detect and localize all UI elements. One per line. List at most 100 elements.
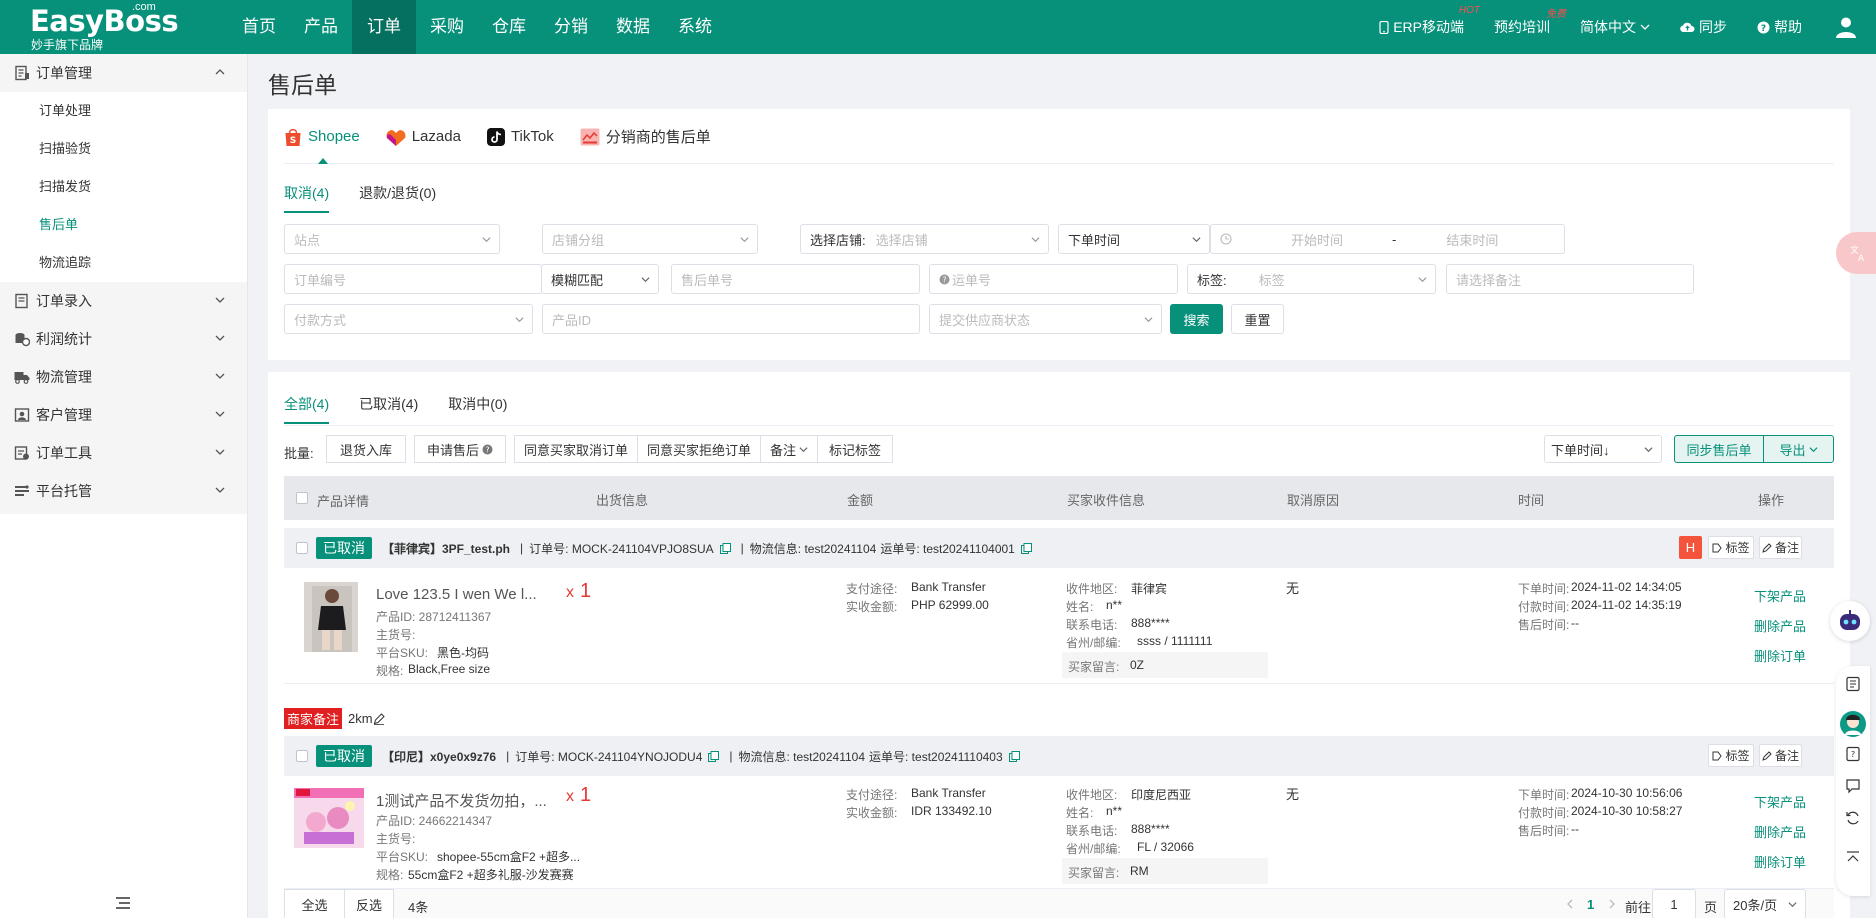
nav-distribution[interactable]: 分销 — [540, 0, 602, 54]
copy-icon[interactable] — [719, 542, 731, 554]
remark-select[interactable]: 请选择备注 — [1446, 264, 1694, 294]
product-id-input[interactable]: 产品ID — [542, 304, 920, 334]
product-image[interactable] — [294, 788, 364, 848]
export-dropdown[interactable]: 导出 — [1763, 435, 1834, 463]
language-label: 简体中文 — [1580, 19, 1636, 35]
sidebar-item-order-processing[interactable]: 订单处理 — [0, 92, 247, 130]
tab-refund-return[interactable]: 退款/退货(0) — [359, 183, 436, 213]
mark-tag-button[interactable]: 标记标签 — [817, 435, 893, 463]
agree-cancel-button[interactable]: 同意买家取消订单 — [514, 435, 638, 463]
tab-cancel[interactable]: 取消(4) — [284, 183, 330, 213]
supplier-status-select[interactable]: 提交供应商状态 — [929, 304, 1162, 334]
shop-select[interactable]: 选择店铺: 选择店铺 — [800, 224, 1049, 254]
product-title[interactable]: 1测试产品不发货勿拍，... — [376, 790, 547, 811]
delete-product-link[interactable]: 删除产品 — [1754, 616, 1806, 635]
order-no-input[interactable]: 订单编号 — [284, 264, 542, 294]
sidebar-group-order-management[interactable]: 订单管理 — [0, 54, 247, 92]
order-checkbox[interactable] — [296, 750, 308, 762]
tab-distributor[interactable]: 分销商的售后单 — [580, 109, 725, 164]
tab-tiktok[interactable]: TikTok — [486, 109, 568, 164]
order-checkbox[interactable] — [296, 542, 308, 554]
sidebar-item-scan-inspect[interactable]: 扫描验货 — [0, 130, 247, 168]
sync-after-sale-button[interactable]: 同步售后单 — [1674, 435, 1764, 463]
goto-page-input[interactable]: 1 — [1652, 889, 1696, 918]
sidebar-group-hosting[interactable]: 平台托管 — [0, 472, 247, 510]
back-to-top-icon[interactable] — [1845, 850, 1861, 866]
delete-order-link[interactable]: 删除订单 — [1754, 852, 1806, 871]
sidebar-item-scan-ship[interactable]: 扫描发货 — [0, 168, 247, 206]
after-sale-no-input[interactable]: 售后单号 — [671, 264, 920, 294]
copy-icon[interactable] — [708, 750, 720, 762]
date-range-picker[interactable]: 开始时间 - 结束时间 — [1210, 224, 1565, 254]
search-button[interactable]: 搜索 — [1170, 304, 1223, 334]
help-button[interactable]: ? 帮助 — [1757, 17, 1802, 37]
training-link[interactable]: 预约培训 免费 — [1494, 9, 1566, 37]
reject-cancel-button[interactable]: 同意买家拒绝订单 — [637, 435, 761, 463]
language-select[interactable]: 简体中文 — [1580, 17, 1650, 37]
nav-product[interactable]: 产品 — [290, 0, 352, 54]
nav-system[interactable]: 系统 — [664, 0, 726, 54]
return-stock-button[interactable]: 退货入库 — [326, 435, 406, 463]
delete-product-link[interactable]: 删除产品 — [1754, 822, 1806, 841]
sidebar-group-order-tools[interactable]: 订单工具 — [0, 434, 247, 472]
sidebar-group-customers[interactable]: 客户管理 — [0, 396, 247, 434]
shop-group-select[interactable]: 店铺分组 — [542, 224, 758, 254]
tab-lazada[interactable]: Lazada — [386, 109, 475, 164]
user-avatar-icon[interactable] — [1834, 15, 1858, 39]
logo[interactable]: EasyBoss .com 妙手旗下品牌 — [0, 0, 248, 54]
sidebar-group-profit-stats[interactable]: 利润统计 — [0, 320, 247, 358]
remark-dropdown[interactable]: 备注 — [760, 435, 818, 463]
remark-button[interactable]: 备注 — [1759, 536, 1802, 559]
waybill-no-input[interactable]: ? 运单号 — [929, 264, 1178, 294]
remark-button[interactable]: 备注 — [1759, 744, 1802, 767]
copy-icon[interactable] — [1008, 750, 1020, 762]
delist-product-link[interactable]: 下架产品 — [1754, 586, 1806, 605]
refresh-icon[interactable] — [1845, 810, 1861, 826]
current-page[interactable]: 1 — [1587, 897, 1594, 912]
sync-button[interactable]: 同步 — [1680, 17, 1727, 37]
help-document-icon[interactable]: ? — [1845, 746, 1861, 762]
sidebar-group-logistics[interactable]: 物流管理 — [0, 358, 247, 396]
tab-cancelling[interactable]: 取消中(0) — [448, 394, 507, 424]
translate-float-button[interactable]: 文A — [1836, 232, 1876, 274]
nav-warehouse[interactable]: 仓库 — [478, 0, 540, 54]
page-size-select[interactable]: 20条/页 — [1724, 889, 1806, 918]
message-icon[interactable] — [1845, 778, 1861, 794]
edit-icon[interactable] — [373, 712, 385, 725]
tab-shopee[interactable]: S Shopee — [284, 109, 374, 164]
reset-button[interactable]: 重置 — [1231, 304, 1284, 334]
sort-select[interactable]: 下单时间↓ — [1544, 435, 1662, 463]
nav-purchase[interactable]: 采购 — [416, 0, 478, 54]
copy-icon[interactable] — [1020, 542, 1032, 554]
select-all-checkbox[interactable] — [296, 492, 308, 504]
prev-page-icon[interactable] — [1566, 899, 1574, 909]
document-icon[interactable] — [1845, 676, 1861, 692]
order-list-icon — [15, 65, 29, 81]
product-image[interactable] — [304, 582, 358, 652]
tab-all[interactable]: 全部(4) — [284, 394, 330, 424]
delist-product-link[interactable]: 下架产品 — [1754, 792, 1806, 811]
site-select[interactable]: 站点 — [284, 224, 500, 254]
nav-order[interactable]: 订单 — [352, 0, 416, 54]
payment-select[interactable]: 付款方式 — [284, 304, 533, 334]
sidebar-group-order-entry[interactable]: 订单录入 — [0, 282, 247, 320]
erp-mobile-link[interactable]: ERP移动端 HOT — [1379, 5, 1480, 37]
tag-select[interactable]: 标签: 标签 — [1187, 264, 1436, 294]
time-type-select[interactable]: 下单时间 — [1058, 224, 1210, 254]
sidebar-item-logistics-tracking[interactable]: 物流追踪 — [0, 244, 247, 282]
tag-button[interactable]: 标签 — [1708, 744, 1754, 767]
select-all-button[interactable]: 全选 — [284, 889, 345, 918]
sidebar-item-after-sale[interactable]: 售后单 — [0, 206, 247, 244]
service-avatar-icon[interactable] — [1839, 710, 1867, 738]
match-mode-select[interactable]: 模糊匹配 — [541, 264, 659, 294]
robot-assistant-button[interactable] — [1830, 601, 1870, 641]
nav-data[interactable]: 数据 — [602, 0, 664, 54]
invert-selection-button[interactable]: 反选 — [344, 889, 394, 918]
menu-collapse-icon[interactable] — [115, 896, 131, 910]
delete-order-link[interactable]: 删除订单 — [1754, 646, 1806, 665]
next-page-icon[interactable] — [1608, 899, 1616, 909]
tab-cancelled[interactable]: 已取消(4) — [359, 394, 418, 424]
apply-after-sale-button[interactable]: 申请售后 ? — [414, 435, 506, 463]
tag-button[interactable]: 标签 — [1708, 536, 1754, 559]
product-title[interactable]: Love 123.5 I wen We l... — [376, 586, 537, 603]
